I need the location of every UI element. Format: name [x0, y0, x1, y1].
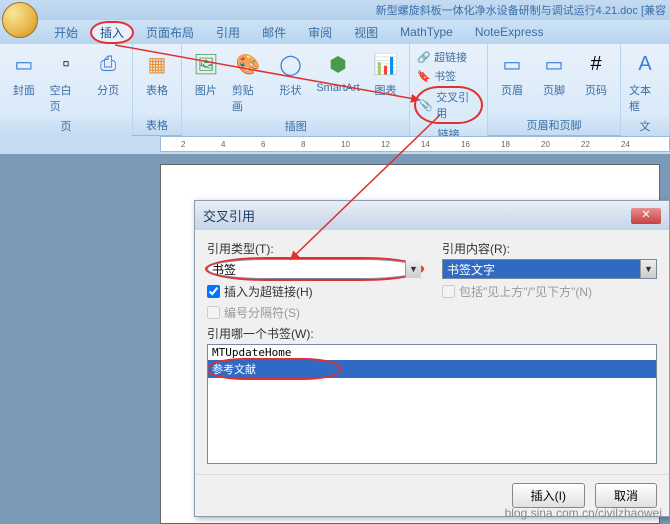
- btn-clipart[interactable]: 🎨剪贴画: [228, 46, 269, 116]
- chevron-down-icon: ▼: [405, 260, 421, 278]
- label-which: 引用哪一个书签(W):: [207, 325, 657, 342]
- btn-cancel[interactable]: 取消: [595, 483, 657, 508]
- group-headerfooter: ▭页眉 ▭页脚 #页码 页眉和页脚: [488, 44, 621, 135]
- group-illust: 🖼图片 🎨剪贴画 ◯形状 ⬢SmartArt 📊图表 插图: [182, 44, 410, 135]
- btn-picture[interactable]: 🖼图片: [186, 46, 226, 100]
- combo-refcontent[interactable]: 书签文字 ▼: [442, 259, 657, 279]
- ruler[interactable]: 246 81012 141618 202224: [160, 136, 670, 152]
- doc-title: 新型螺旋斜板一体化净水设备研制与调试运行4.21.doc [兼容: [376, 2, 666, 18]
- ruler-area: 246 81012 141618 202224: [0, 136, 670, 154]
- group-pages: ▭封面 ▫空白页 ⎙分页 页: [0, 44, 133, 135]
- tab-references[interactable]: 引用: [206, 21, 250, 44]
- btn-pagenum[interactable]: #页码: [576, 46, 616, 100]
- tab-mail[interactable]: 邮件: [252, 21, 296, 44]
- close-icon[interactable]: ✕: [631, 208, 661, 224]
- tab-mathtype[interactable]: MathType: [390, 22, 463, 42]
- title-bar: 新型螺旋斜板一体化净水设备研制与调试运行4.21.doc [兼容: [0, 0, 670, 20]
- group-tables: ▦表格 表格: [133, 44, 182, 135]
- btn-table[interactable]: ▦表格: [137, 46, 177, 100]
- group-label-illust: 插图: [182, 116, 409, 136]
- btn-blank[interactable]: ▫空白页: [46, 46, 87, 116]
- btn-cover[interactable]: ▭封面: [4, 46, 44, 100]
- chk-above-below: 包括"见上方"/"见下方"(N): [442, 283, 657, 300]
- office-button[interactable]: [2, 2, 38, 38]
- ribbon: ▭封面 ▫空白页 ⎙分页 页 ▦表格 表格 🖼图片 🎨剪贴画 ◯形状 ⬢Smar…: [0, 44, 670, 136]
- group-text: A文本框 文: [621, 44, 670, 135]
- tab-layout[interactable]: 页面布局: [136, 21, 204, 44]
- group-label-text: 文: [621, 116, 669, 136]
- label-reftype: 引用类型(T):: [207, 240, 422, 257]
- tab-review[interactable]: 审阅: [298, 21, 342, 44]
- btn-hyperlink[interactable]: 🔗超链接: [414, 48, 483, 66]
- combo-reftype[interactable]: 书签 ▼: [207, 259, 422, 279]
- btn-textbox[interactable]: A文本框: [625, 46, 665, 116]
- chk-separator: 编号分隔符(S): [207, 304, 300, 321]
- watermark: blog.sina.com.cn/civilzhaowei: [505, 506, 662, 520]
- chevron-down-icon: ▼: [640, 260, 656, 278]
- btn-chart[interactable]: 📊图表: [366, 46, 406, 100]
- dialog-title: 交叉引用: [203, 206, 255, 225]
- tab-noteexpress[interactable]: NoteExpress: [465, 22, 554, 42]
- list-bookmarks[interactable]: MTUpdateHome 参考文献: [207, 344, 657, 464]
- btn-crossref[interactable]: 📎交叉引用: [414, 86, 483, 124]
- crossref-icon: 📎: [419, 99, 433, 112]
- tab-insert[interactable]: 插入: [90, 21, 134, 44]
- btn-footer[interactable]: ▭页脚: [534, 46, 574, 100]
- tab-view[interactable]: 视图: [344, 21, 388, 44]
- group-label-tables: 表格: [133, 115, 181, 135]
- group-label-hf: 页眉和页脚: [488, 115, 620, 135]
- ribbon-tabs: 开始 插入 页面布局 引用 邮件 审阅 视图 MathType NoteExpr…: [0, 20, 670, 44]
- btn-insert[interactable]: 插入(I): [512, 483, 585, 508]
- list-item[interactable]: MTUpdateHome: [208, 345, 656, 360]
- chk-hyperlink[interactable]: 插入为超链接(H): [207, 283, 422, 300]
- link-icon: 🔗: [417, 51, 431, 64]
- btn-break[interactable]: ⎙分页: [88, 46, 128, 100]
- btn-smartart[interactable]: ⬢SmartArt: [312, 46, 363, 96]
- list-item[interactable]: 参考文献: [208, 360, 656, 378]
- btn-shapes[interactable]: ◯形状: [271, 46, 311, 100]
- label-refcontent: 引用内容(R):: [442, 240, 657, 257]
- btn-bookmark[interactable]: 🔖书签: [414, 67, 483, 85]
- crossref-dialog: 交叉引用 ✕ 引用类型(T): 书签 ▼ 引用内容(R): 书签文字 ▼ 插入为: [194, 200, 670, 517]
- group-label-pages: 页: [0, 116, 132, 136]
- dialog-title-bar[interactable]: 交叉引用 ✕: [195, 201, 669, 230]
- btn-header[interactable]: ▭页眉: [492, 46, 532, 100]
- group-links: 🔗超链接 🔖书签 📎交叉引用 链接: [410, 44, 488, 135]
- bookmark-icon: 🔖: [417, 70, 431, 83]
- tab-home[interactable]: 开始: [44, 21, 88, 44]
